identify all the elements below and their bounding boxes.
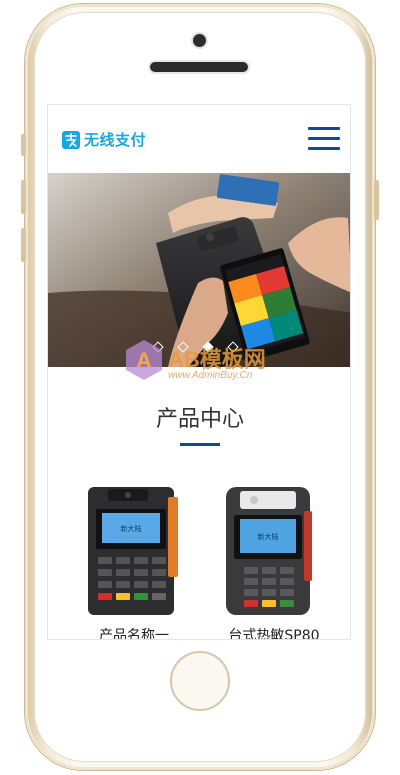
product-screen-brand: 新大陆 bbox=[258, 532, 279, 541]
site-logo[interactable]: 无线支付 bbox=[62, 129, 146, 150]
hamburger-menu-icon[interactable] bbox=[308, 127, 340, 151]
product-image: 新大陆 bbox=[226, 487, 312, 615]
product-image: 新大陆 bbox=[88, 487, 178, 615]
product-name[interactable]: 台式热敏SP80 bbox=[214, 625, 334, 639]
banner-image bbox=[48, 173, 350, 367]
logo-text: 无线支付 bbox=[84, 132, 147, 149]
product-screen-brand: 新大陆 bbox=[121, 524, 142, 533]
hero-banner[interactable] bbox=[48, 173, 350, 367]
carousel-dot[interactable] bbox=[177, 341, 189, 353]
volume-down-button bbox=[21, 228, 26, 262]
carousel-indicators bbox=[152, 341, 239, 353]
mute-switch bbox=[21, 134, 26, 156]
product-card[interactable]: 新大陆 台式热敏SP80 bbox=[214, 481, 334, 639]
section-title: 产品中心 bbox=[155, 407, 244, 432]
payment-logo-icon bbox=[62, 130, 80, 149]
site-header: 无线支付 bbox=[48, 105, 350, 173]
product-name[interactable]: 产品名称一 bbox=[74, 625, 194, 639]
carousel-dot[interactable] bbox=[152, 341, 164, 353]
front-camera bbox=[193, 34, 206, 47]
earpiece-speaker bbox=[150, 62, 248, 72]
section-underline bbox=[180, 443, 220, 446]
volume-up-button bbox=[21, 180, 26, 214]
power-button bbox=[374, 180, 379, 220]
product-card[interactable]: 新大陆 产品名称一 bbox=[74, 481, 194, 639]
home-button[interactable] bbox=[170, 651, 230, 711]
carousel-dot-active[interactable] bbox=[202, 341, 214, 353]
phone-screen: 无线支付 产品中心 新大陆 产品名称一 新大陆 台式热敏SP80 bbox=[47, 104, 351, 640]
carousel-dot[interactable] bbox=[227, 341, 239, 353]
